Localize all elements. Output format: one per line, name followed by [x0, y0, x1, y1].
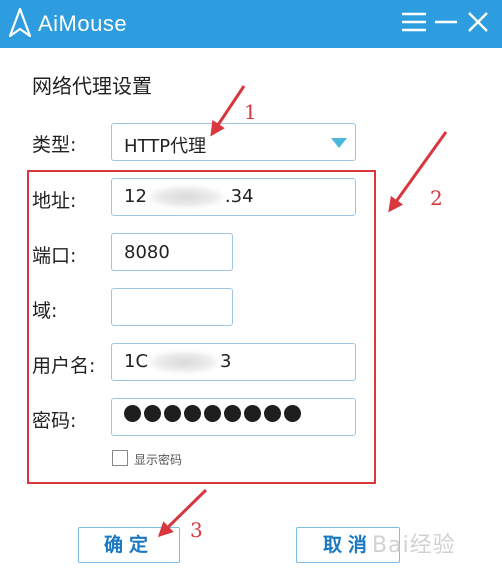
type-label: 类型: [32, 134, 77, 156]
ok-button[interactable]: 确定 [78, 527, 180, 563]
minimize-icon [435, 20, 457, 24]
watermark: Bai经验 [372, 533, 456, 558]
highlight-box [27, 170, 376, 484]
minimize-button[interactable] [430, 6, 462, 38]
title-bar: AiMouse [0, 0, 502, 48]
close-button[interactable] [462, 6, 494, 38]
aimouse-logo-icon [8, 8, 32, 38]
close-icon [468, 12, 488, 32]
annotation-number-1: 1 [244, 100, 257, 124]
menu-icon [402, 12, 426, 32]
proxy-type-value: HTTP代理 [124, 136, 207, 157]
section-title: 网络代理设置 [32, 74, 152, 98]
menu-button[interactable] [398, 6, 430, 38]
annotation-number-2: 2 [430, 186, 443, 210]
proxy-type-select[interactable]: HTTP代理 [111, 123, 356, 161]
app-title: AiMouse [38, 11, 128, 36]
chevron-down-icon [331, 138, 347, 148]
annotation-number-3: 3 [190, 518, 203, 542]
